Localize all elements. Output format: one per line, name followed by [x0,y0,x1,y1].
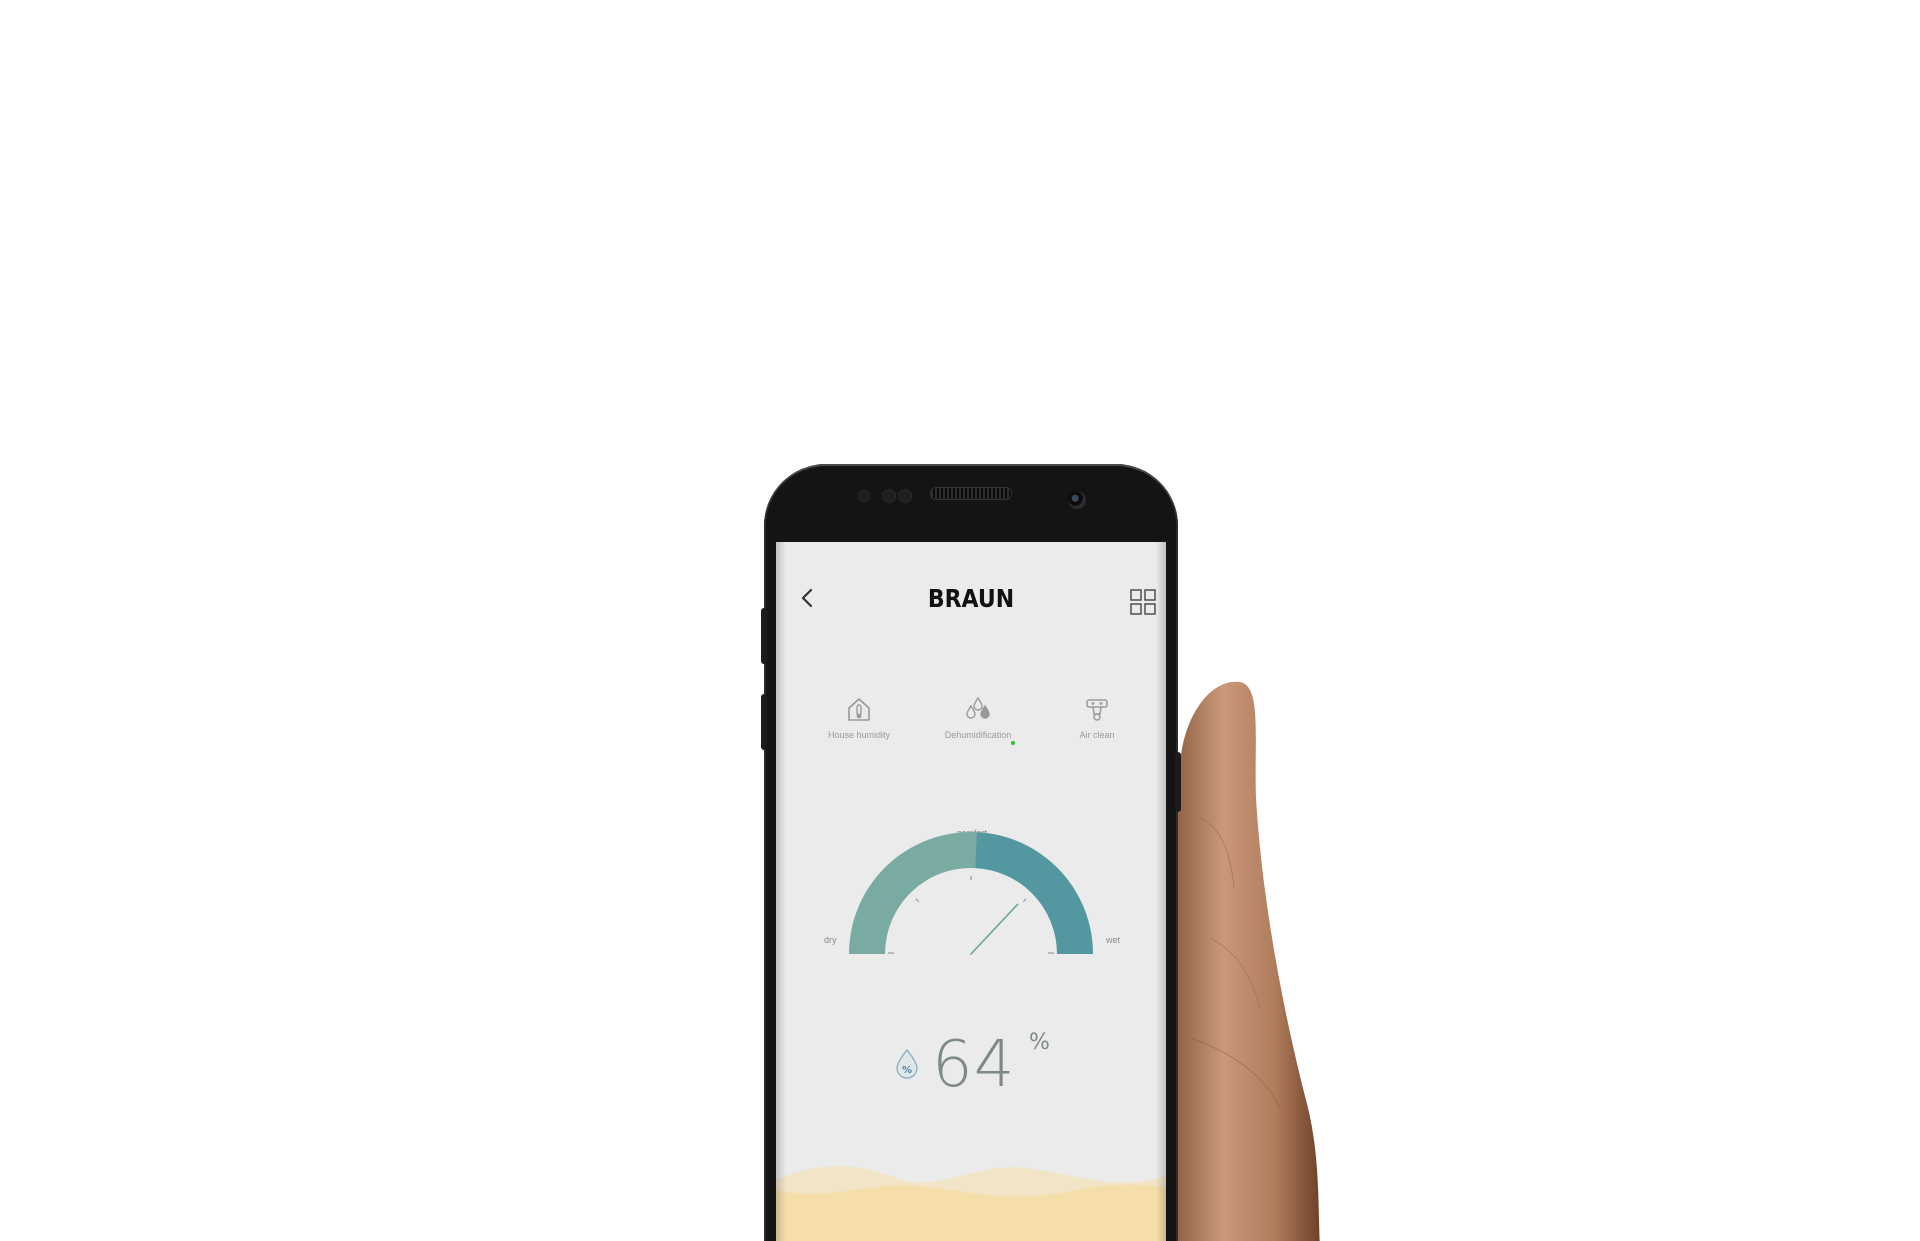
water-level-waves [776,1166,1166,1241]
app-screen: BRAUN House humidity Dehumidification Ai… [776,542,1166,1241]
air-purifier-icon [1086,699,1108,721]
mode-label-dehumidification: Dehumidification [944,730,1012,740]
iris-sensor [882,489,896,503]
wave-front [776,1184,1166,1241]
grid-icon [1130,589,1156,615]
hand-image [1170,681,1320,1241]
menu-grid-button[interactable] [1130,589,1156,615]
svg-text:%: % [902,1065,912,1076]
gauge-dial [849,832,1093,955]
water-drops-icon [966,696,990,719]
humidity-gauge: comfort dry wet [776,828,1166,988]
mode-dehumidification[interactable]: Dehumidification [918,694,1038,745]
house-thermometer-icon [848,698,870,721]
gauge-arc-left [849,832,977,954]
proximity-sensor [858,490,870,502]
front-camera [1068,491,1086,509]
bixby-button [761,694,767,750]
humidity-drop-icon: % [896,1048,918,1079]
brand-logo: BRAUN [927,584,1015,613]
volume-button [761,608,767,664]
screen-edge-right [1156,542,1166,1241]
humidity-reading: % 64 % [776,1028,1166,1110]
mode-air-clean[interactable]: Air clean [1037,694,1157,740]
earpiece-speaker [930,487,1012,500]
product-shot: BRAUN House humidity Dehumidification Ai… [0,0,1920,1241]
humidity-value: 64 [932,1028,1016,1102]
active-indicator-dot [1011,741,1015,745]
light-sensor [898,489,912,503]
mode-label-house-humidity: House humidity [827,730,891,740]
power-button [1175,752,1181,812]
screen-edge-left [776,542,786,1241]
gauge-tick [915,898,920,903]
gauge-arc-right [975,832,1093,954]
gauge-tick [1022,898,1027,903]
mode-label-air-clean: Air clean [1079,730,1115,740]
mode-house-humidity[interactable]: House humidity [799,694,919,740]
gauge-needle [970,903,1019,955]
humidity-unit: % [1029,1030,1050,1055]
